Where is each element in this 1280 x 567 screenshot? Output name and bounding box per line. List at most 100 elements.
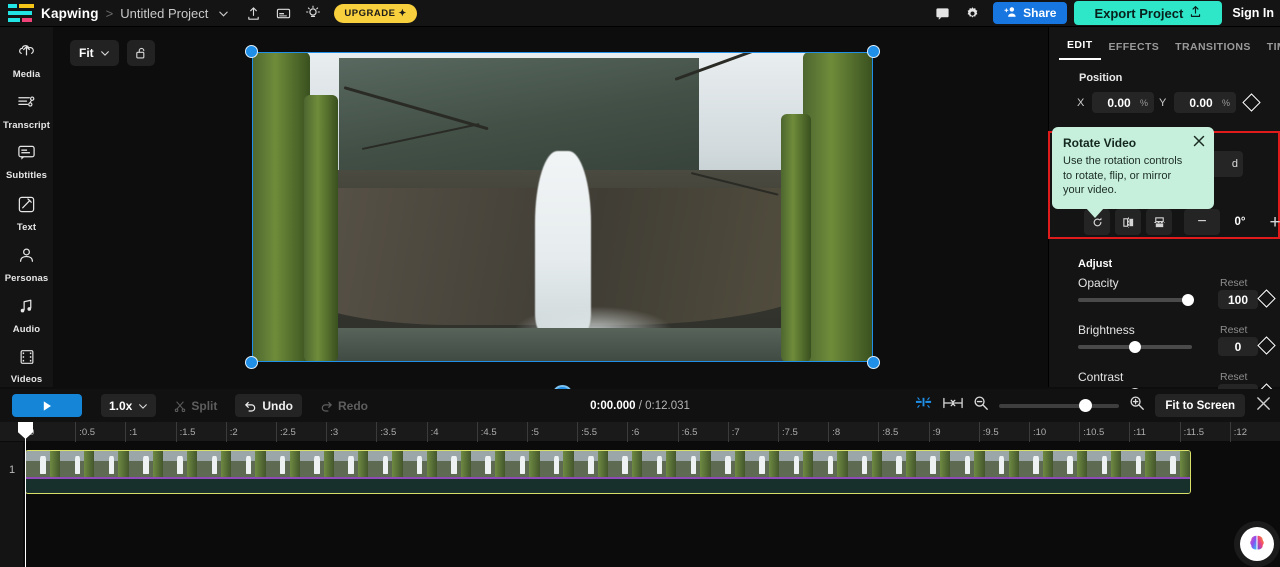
sidebar-item-label: Audio: [13, 324, 40, 335]
fit-selection-icon[interactable]: [943, 396, 963, 415]
upload-icon[interactable]: [238, 0, 268, 27]
resize-handle-bottom-right[interactable]: [867, 356, 880, 369]
reset-contrast-button[interactable]: Reset: [1220, 371, 1247, 383]
clip-thumbnail: [94, 451, 128, 477]
clip-thumbnail: [950, 451, 984, 477]
keyframe-diamond-icon[interactable]: [1242, 93, 1260, 111]
position-x-value: 0.00: [1098, 96, 1140, 110]
gear-icon[interactable]: [957, 0, 987, 27]
export-project-button[interactable]: Export Project: [1074, 1, 1222, 25]
music-note-icon: [17, 297, 36, 321]
ruler-tick-label: :8: [832, 427, 840, 438]
share-button[interactable]: Share: [993, 2, 1067, 24]
sidebar-item-label: Personas: [5, 273, 49, 284]
resize-handle-top-left[interactable]: [245, 45, 258, 58]
clip-thumbnail: [985, 451, 1019, 477]
kapwing-logo-icon[interactable]: [8, 4, 34, 22]
rotation-decrease-button[interactable]: −: [1184, 209, 1220, 235]
comments-icon[interactable]: [927, 0, 957, 27]
flip-vertical-icon[interactable]: [1146, 209, 1172, 235]
sidebar-item-text[interactable]: Text: [0, 188, 53, 239]
tab-edit[interactable]: EDIT: [1059, 39, 1101, 60]
timeline-clip[interactable]: [25, 450, 1191, 494]
slider-knob[interactable]: [1129, 341, 1141, 353]
flip-horizontal-icon[interactable]: [1115, 209, 1141, 235]
sign-in-button[interactable]: Sign In: [1232, 6, 1274, 20]
ruler-tick-label: :7.5: [782, 427, 798, 438]
ruler-tick-label: :6: [631, 427, 639, 438]
adjust-row-opacity: Opacity Reset 100: [1048, 276, 1280, 314]
timeline-ruler[interactable]: 0:0.5:1:1.5:2:2.5:3:3.5:4:4.5:5:5.5:6:6.…: [0, 422, 1280, 442]
ruler-tick-label: :5: [531, 427, 539, 438]
sidebar-item-label: Subtitles: [6, 170, 47, 181]
video-selection[interactable]: •••: [252, 52, 873, 362]
slider-knob[interactable]: [1182, 294, 1194, 306]
rotation-increase-button[interactable]: +: [1260, 209, 1280, 235]
brightness-slider[interactable]: [1078, 345, 1192, 349]
ruler-tick: :7.5: [778, 422, 798, 442]
position-x-field[interactable]: 0.00 %: [1092, 92, 1154, 113]
resize-handle-bottom-left[interactable]: [245, 356, 258, 369]
clip-thumbnail: [334, 451, 368, 477]
ai-brain-icon[interactable]: [1240, 527, 1274, 561]
ruler-tick: :8: [828, 422, 840, 442]
brightness-value[interactable]: 0: [1218, 337, 1258, 356]
export-upload-icon: [1189, 5, 1202, 21]
rotation-angle-value[interactable]: 0°: [1222, 216, 1258, 228]
close-icon[interactable]: [1255, 395, 1272, 417]
ruler-tick-label: :9.5: [983, 427, 999, 438]
unlocked-padlock-icon[interactable]: [127, 40, 155, 66]
clip-thumbnails: [26, 451, 1190, 477]
ruler-tick-label: :12: [1234, 427, 1247, 438]
zoom-fit-dropdown[interactable]: Fit: [70, 40, 119, 66]
keyframe-diamond-icon[interactable]: [1257, 336, 1275, 354]
upgrade-label: UPGRADE: [344, 8, 395, 19]
ruler-tick-label: :5.5: [581, 427, 597, 438]
keyframe-diamond-icon[interactable]: [1257, 289, 1275, 307]
position-y-field[interactable]: 0.00 %: [1174, 92, 1236, 113]
reset-brightness-button[interactable]: Reset: [1220, 324, 1247, 336]
magnet-snap-icon[interactable]: [914, 395, 933, 417]
sidebar-item-videos[interactable]: Videos: [0, 341, 53, 392]
timeline-zoom-slider[interactable]: [999, 404, 1119, 408]
ruler-tick: :9.5: [979, 422, 999, 442]
lightbulb-icon[interactable]: [298, 0, 328, 27]
ruler-tick-label: :3: [330, 427, 338, 438]
clip-thumbnail: [779, 451, 813, 477]
ruler-tick: :1: [125, 422, 137, 442]
clip-thumbnail: [1087, 451, 1121, 477]
chevron-down-icon[interactable]: [208, 0, 238, 27]
close-icon[interactable]: [1192, 134, 1206, 148]
upgrade-button[interactable]: UPGRADE ✦: [334, 4, 416, 23]
zoom-slider-knob[interactable]: [1079, 399, 1092, 412]
zoom-in-icon[interactable]: [1129, 395, 1145, 416]
sidebar-item-personas[interactable]: Personas: [0, 239, 53, 290]
tab-transitions[interactable]: TRANSITIONS: [1167, 41, 1259, 60]
tab-effects[interactable]: EFFECTS: [1101, 41, 1168, 60]
resize-handle-top-right[interactable]: [867, 45, 880, 58]
position-controls: X 0.00 % Y 0.00 %: [1077, 92, 1280, 113]
film-strip-icon: [18, 348, 36, 371]
sidebar-item-media[interactable]: Media: [0, 35, 53, 86]
subtitle-panel-icon[interactable]: [268, 0, 298, 27]
clip-thumbnail: [574, 451, 608, 477]
sidebar-item-transcript[interactable]: Transcript: [0, 86, 53, 137]
fit-to-screen-button[interactable]: Fit to Screen: [1155, 394, 1245, 417]
ruler-tick-label: :4.5: [481, 427, 497, 438]
position-y-value: 0.00: [1180, 96, 1222, 110]
sidebar-item-subtitles[interactable]: Subtitles: [0, 137, 53, 188]
clip-thumbnail: [916, 451, 950, 477]
opacity-value[interactable]: 100: [1218, 290, 1258, 309]
tab-timing[interactable]: TIMING: [1259, 41, 1280, 60]
sidebar-item-audio[interactable]: Audio: [0, 290, 53, 341]
opacity-slider[interactable]: [1078, 298, 1192, 302]
project-name[interactable]: Untitled Project: [120, 6, 208, 21]
clip-thumbnail: [676, 451, 710, 477]
clip-thumbnail: [266, 451, 300, 477]
clip-thumbnail: [163, 451, 197, 477]
reset-opacity-button[interactable]: Reset: [1220, 277, 1247, 289]
brand-name[interactable]: Kapwing: [41, 6, 99, 21]
zoom-out-icon[interactable]: [973, 395, 989, 416]
timeline-playhead[interactable]: [25, 422, 26, 567]
clip-thumbnail: [300, 451, 334, 477]
